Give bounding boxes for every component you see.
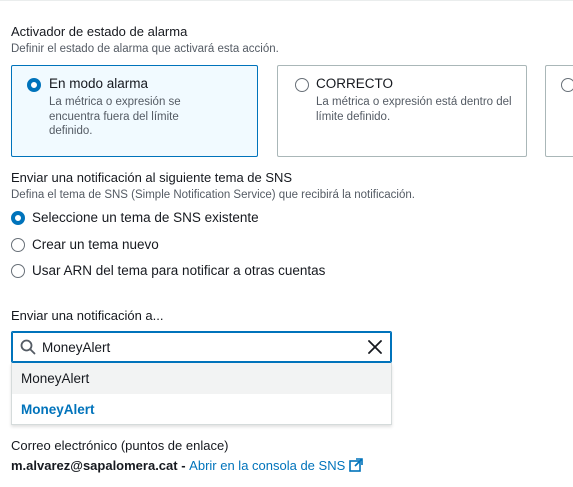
endpoint-email: m.alvarez@sapalomera.cat <box>11 458 178 473</box>
tile-in-alarm-description: La métrica o expresión se encuentra fuer… <box>49 96 181 137</box>
radio-insufficient-data[interactable] <box>561 78 573 92</box>
sns-description: Defina el tema de SNS (Simple Notificati… <box>11 189 415 201</box>
endpoint-row: m.alvarez@sapalomera.cat - Abrir en la c… <box>11 458 364 475</box>
alarm-trigger-description: Definir el estado de alarma que activará… <box>11 43 279 55</box>
clear-icon[interactable] <box>367 339 383 360</box>
tile-in-alarm-title: En modo alarma <box>49 76 149 91</box>
sns-console-link[interactable]: Abrir en la consola de SNS <box>189 458 345 473</box>
sns-title: Enviar una notificación al siguiente tem… <box>11 170 293 185</box>
tile-ok-description: La métrica o expresión está dentro del l… <box>316 96 512 123</box>
tile-insufficient-data-partial[interactable] <box>545 65 573 157</box>
endpoint-separator: - <box>177 458 190 473</box>
alarm-trigger-title: Activador de estado de alarma <box>11 24 188 39</box>
label-existing-topic[interactable]: Seleccione un tema de SNS existente <box>32 210 259 225</box>
send-to-label: Enviar una notificación a... <box>11 308 164 323</box>
tile-in-alarm[interactable]: En modo alarma La métrica o expresión se… <box>11 65 258 157</box>
label-topic-arn[interactable]: Usar ARN del tema para notificar a otras… <box>32 263 325 278</box>
radio-new-topic[interactable] <box>11 238 25 252</box>
label-new-topic[interactable]: Crear un tema nuevo <box>32 237 159 252</box>
topic-search-field[interactable] <box>11 331 392 363</box>
topic-search-input[interactable] <box>42 337 342 357</box>
tile-ok-title: CORRECTO <box>316 76 394 91</box>
section-divider <box>0 0 573 1</box>
radio-existing-topic[interactable] <box>11 211 25 225</box>
search-icon <box>20 339 36 360</box>
tile-ok[interactable]: CORRECTO La métrica o expresión está den… <box>277 65 527 157</box>
topic-dropdown: MoneyAlert MoneyAlert <box>11 363 392 425</box>
radio-ok[interactable] <box>295 78 309 92</box>
external-link-icon[interactable] <box>349 458 364 475</box>
dropdown-option-highlighted[interactable]: MoneyAlert <box>12 394 391 425</box>
radio-topic-arn[interactable] <box>11 264 25 278</box>
endpoints-label: Correo electrónico (puntos de enlace) <box>11 438 229 453</box>
dropdown-option[interactable]: MoneyAlert <box>12 363 391 394</box>
radio-in-alarm[interactable] <box>27 78 41 92</box>
